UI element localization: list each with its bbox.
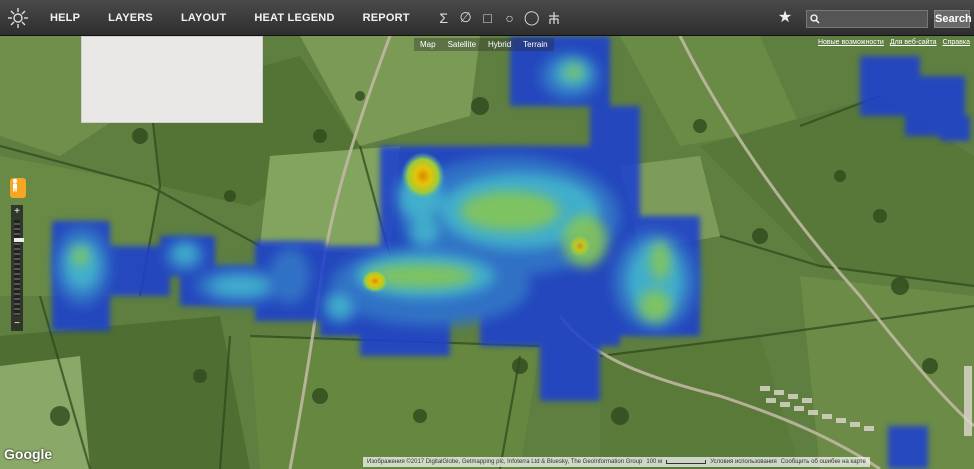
map-attribution: Изображения ©2017 DigitalGlobe, Getmappi… [363, 457, 870, 467]
tower-tool-icon[interactable] [546, 10, 562, 26]
map-type-terrain[interactable]: Terrain [517, 38, 554, 51]
menu-heat-legend[interactable]: HEAT LEGEND [240, 0, 348, 36]
square-tool-icon[interactable]: □ [480, 10, 496, 26]
map-type-selector: Map Satellite Hybrid Terrain [414, 38, 554, 51]
circle-slash-tool-icon[interactable]: ∅ [458, 9, 474, 26]
zoom-track[interactable] [14, 220, 24, 316]
menu-help[interactable]: HELP [36, 0, 94, 36]
sum-tool-icon[interactable]: Σ [436, 10, 452, 26]
search-input[interactable] [823, 11, 923, 27]
scale-bar [666, 460, 707, 464]
map-top-links: Новые возможности Для веб-сайта Справка [818, 39, 970, 46]
drawing-tools: Σ ∅ □ ○ ◯ [436, 9, 562, 26]
search-field[interactable] [806, 10, 928, 28]
imagery-credit: Изображения ©2017 DigitalGlobe, Getmappi… [367, 459, 643, 465]
zoom-control: + − [11, 205, 24, 331]
menu-layout[interactable]: LAYOUT [167, 0, 240, 36]
zoom-slider-thumb[interactable] [14, 238, 24, 242]
link-help[interactable]: Справка [943, 39, 970, 46]
google-logo: Google [4, 446, 53, 462]
pegman-icon[interactable] [10, 178, 26, 198]
link-whats-new[interactable]: Новые возможности [818, 39, 884, 46]
menu-report[interactable]: REPORT [349, 0, 424, 36]
scale-label: 100 м [646, 459, 663, 465]
search-icon [807, 11, 823, 27]
terms-link[interactable]: Условия использования [710, 459, 777, 465]
circle-tool-2-icon[interactable]: ◯ [524, 9, 540, 26]
star-icon[interactable]: ★ [776, 9, 794, 27]
circle-tool-icon[interactable]: ○ [502, 10, 518, 26]
menu-layers[interactable]: LAYERS [94, 0, 167, 36]
search-button[interactable]: Search [934, 10, 972, 28]
map-type-map[interactable]: Map [414, 38, 442, 51]
satellite-map[interactable]: Map Satellite Hybrid Terrain Новые возмо… [0, 36, 974, 469]
map-type-hybrid[interactable]: Hybrid [482, 38, 518, 51]
report-error-link[interactable]: Сообщить об ошибке на карте [781, 459, 866, 465]
sun-logo-icon[interactable] [0, 0, 36, 36]
zoom-out-button[interactable]: − [12, 318, 22, 330]
top-toolbar: HELP LAYERS LAYOUT HEAT LEGEND REPORT Σ … [0, 0, 974, 36]
map-type-satellite[interactable]: Satellite [441, 38, 483, 51]
link-for-website[interactable]: Для веб-сайта [890, 39, 937, 46]
blank-info-panel [81, 36, 263, 123]
zoom-in-button[interactable]: + [12, 206, 22, 218]
